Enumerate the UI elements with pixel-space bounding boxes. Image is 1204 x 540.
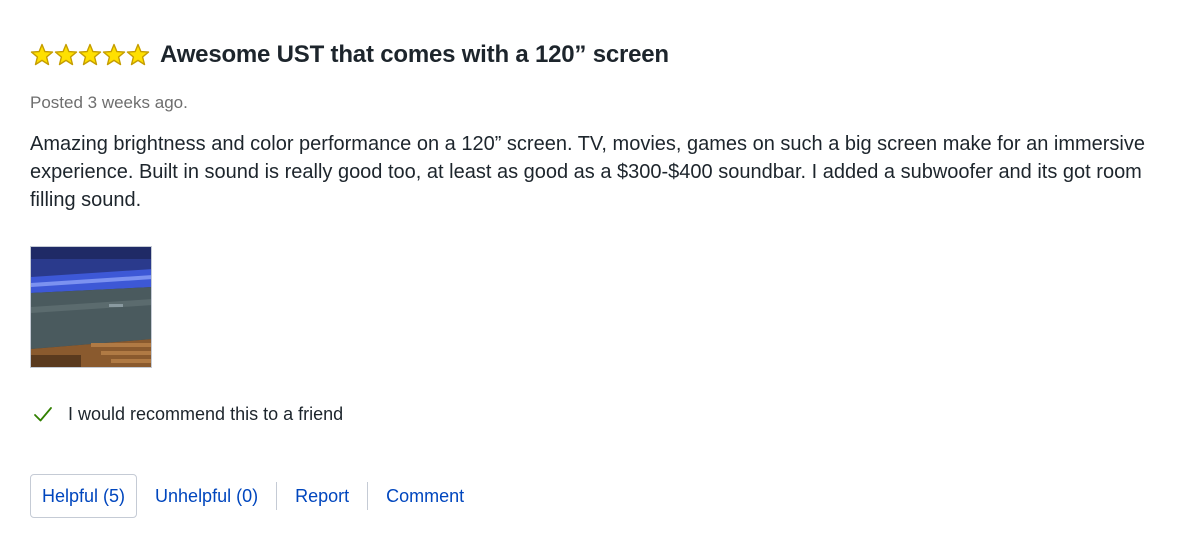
review-header: Awesome UST that comes with a 120” scree… xyxy=(30,38,669,72)
star-icon xyxy=(30,43,54,66)
review-actions: Helpful (5) Unhelpful (0) Report Comment xyxy=(30,474,482,518)
recommend-label: I would recommend this to a friend xyxy=(68,403,344,424)
projector-photo-icon xyxy=(31,247,151,367)
star-icon xyxy=(54,43,78,66)
star-icon xyxy=(78,43,102,66)
review-card: Awesome UST that comes with a 120” scree… xyxy=(30,0,1180,540)
comment-link[interactable]: Comment xyxy=(368,482,482,510)
unhelpful-button[interactable]: Unhelpful (0) xyxy=(137,482,276,510)
star-rating xyxy=(30,43,150,67)
review-body: Amazing brightness and color performance… xyxy=(30,133,1145,211)
star-icon xyxy=(126,43,150,66)
helpful-button[interactable]: Helpful (5) xyxy=(30,474,138,518)
review-title: Awesome UST that comes with a 120” scree… xyxy=(160,41,669,68)
report-link[interactable]: Report xyxy=(277,482,367,510)
star-icon xyxy=(102,43,126,66)
recommend-row: I would recommend this to a friend xyxy=(30,401,343,427)
review-photo-thumbnail[interactable] xyxy=(30,246,152,368)
check-icon xyxy=(34,407,52,422)
review-posted-date: Posted 3 weeks ago. xyxy=(30,93,188,112)
